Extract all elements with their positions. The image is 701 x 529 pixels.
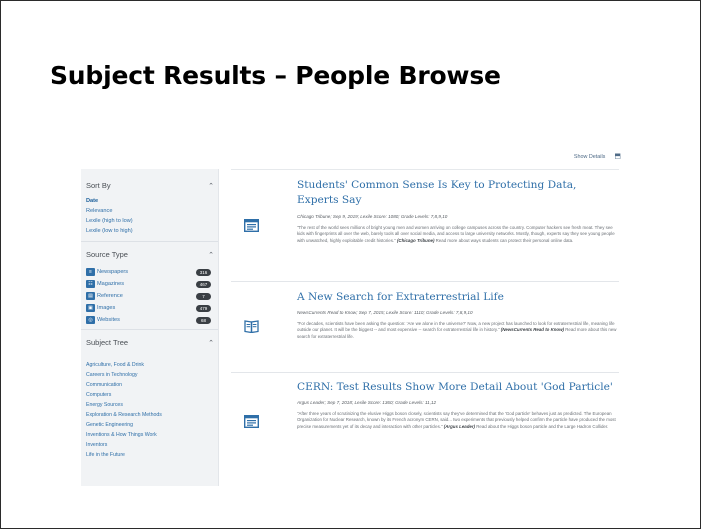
- chevron-up-icon[interactable]: ⌃: [208, 251, 214, 259]
- subject-tree-item[interactable]: Life in the Future: [86, 452, 125, 458]
- subject-tree-item[interactable]: Communication: [86, 382, 122, 388]
- collapse-icon[interactable]: ⬒: [614, 153, 621, 160]
- sidebar: Sort By ⌃ Date Relevance Lexile (high to…: [81, 169, 219, 486]
- source-filter-label: Websites: [97, 317, 120, 323]
- subject-tree-title: Subject Tree: [86, 338, 129, 347]
- divider: [231, 372, 619, 373]
- sort-option-date[interactable]: Date: [86, 198, 98, 204]
- result-meta: NewsCurrents Read to Know; Sep 7, 2015; …: [297, 310, 473, 315]
- source-filter-newspapers[interactable]: ≡ Newspapers 316: [86, 267, 211, 277]
- count-badge: 467: [196, 280, 211, 288]
- source-filter-label: Newspapers: [97, 269, 129, 275]
- show-details-button[interactable]: Show Details: [574, 154, 605, 160]
- result-meta: Chicago Tribune; Sep 9, 2019; Lexile Sco…: [297, 214, 448, 219]
- result-summary: "For decades, scientists have been askin…: [297, 321, 619, 340]
- source-filter-images[interactable]: ▣ Images 479: [86, 303, 211, 313]
- sort-option-relevance[interactable]: Relevance: [86, 208, 112, 214]
- image-icon: ▣: [86, 304, 95, 312]
- count-badge: 7: [196, 292, 211, 300]
- source-filter-label: Images: [97, 305, 116, 311]
- slide-title: Subject Results – People Browse: [50, 61, 501, 90]
- summary-read-more[interactable]: Read about the Higgs boson particle and …: [476, 424, 608, 429]
- summary-source: (NewsCurrents Read to Know): [500, 327, 564, 333]
- source-filter-magazines[interactable]: ☷ Magazines 467: [86, 279, 211, 289]
- sort-by-title: Sort By: [86, 181, 111, 190]
- result-title-link[interactable]: Students' Common Sense Is Key to Protect…: [297, 178, 619, 208]
- newspaper-icon: ≡: [86, 268, 95, 276]
- subject-tree-item[interactable]: Agriculture, Food & Drink: [86, 362, 144, 368]
- divider: [81, 329, 218, 330]
- website-icon: ◎: [86, 316, 95, 324]
- summary-source: (Argus Leader): [443, 423, 476, 429]
- count-badge: 316: [196, 268, 211, 276]
- count-badge: 479: [196, 304, 211, 312]
- subject-tree-item[interactable]: Exploration & Research Methods: [86, 412, 162, 418]
- subject-tree-item[interactable]: Inventors: [86, 442, 107, 448]
- result-title-link[interactable]: CERN: Test Results Show More Detail Abou…: [297, 380, 619, 395]
- summary-read-more[interactable]: Read more about ways students can protec…: [436, 238, 574, 243]
- subject-tree-item[interactable]: Energy Sources: [86, 402, 123, 408]
- subject-tree-item[interactable]: Computers: [86, 392, 111, 398]
- newspaper-icon: [244, 219, 259, 232]
- result-summary: "The rest of the world sees millions of …: [297, 225, 619, 244]
- result-summary: "After three years of scrutinizing the e…: [297, 411, 619, 430]
- sort-option-lexile-low-high[interactable]: Lexile (low to high): [86, 228, 133, 234]
- source-filter-label: Magazines: [97, 281, 125, 287]
- subject-tree-header[interactable]: Subject Tree ⌃: [86, 338, 214, 347]
- newspaper-icon: [244, 415, 259, 428]
- source-filter-reference[interactable]: ▤ Reference 7: [86, 291, 211, 301]
- count-badge: 68: [196, 316, 211, 324]
- subject-tree-item[interactable]: Careers in Technology: [86, 372, 138, 378]
- sort-by-header[interactable]: Sort By ⌃: [86, 181, 214, 190]
- source-filter-websites[interactable]: ◎ Websites 68: [86, 315, 211, 325]
- reference-icon: ▤: [86, 292, 95, 300]
- subject-tree-item[interactable]: Inventions & How Things Work: [86, 432, 157, 438]
- slide: Subject Results – People Browse Show Det…: [0, 0, 701, 529]
- app-screenshot: Show Details ⬒ Sort By ⌃ Date Relevance …: [81, 146, 629, 486]
- divider: [231, 169, 619, 170]
- chevron-up-icon[interactable]: ⌃: [208, 339, 214, 347]
- sort-option-lexile-high-low[interactable]: Lexile (high to low): [86, 218, 133, 224]
- toolbar: Show Details ⬒: [574, 153, 621, 160]
- magazine-icon: ☷: [86, 280, 95, 288]
- source-type-header[interactable]: Source Type ⌃: [86, 250, 214, 259]
- magazine-icon: [244, 320, 259, 333]
- divider: [81, 241, 218, 242]
- summary-source: (Chicago Tribune): [396, 237, 435, 243]
- divider: [231, 281, 619, 282]
- result-title-link[interactable]: A New Search for Extraterrestrial Life: [297, 290, 619, 305]
- subject-tree-item[interactable]: Genetic Engineering: [86, 422, 133, 428]
- source-filter-label: Reference: [97, 293, 123, 299]
- chevron-up-icon[interactable]: ⌃: [208, 182, 214, 190]
- source-type-title: Source Type: [86, 250, 128, 259]
- result-meta: Argus Leader; Sep 7, 2018; Lexile Score:…: [297, 400, 437, 405]
